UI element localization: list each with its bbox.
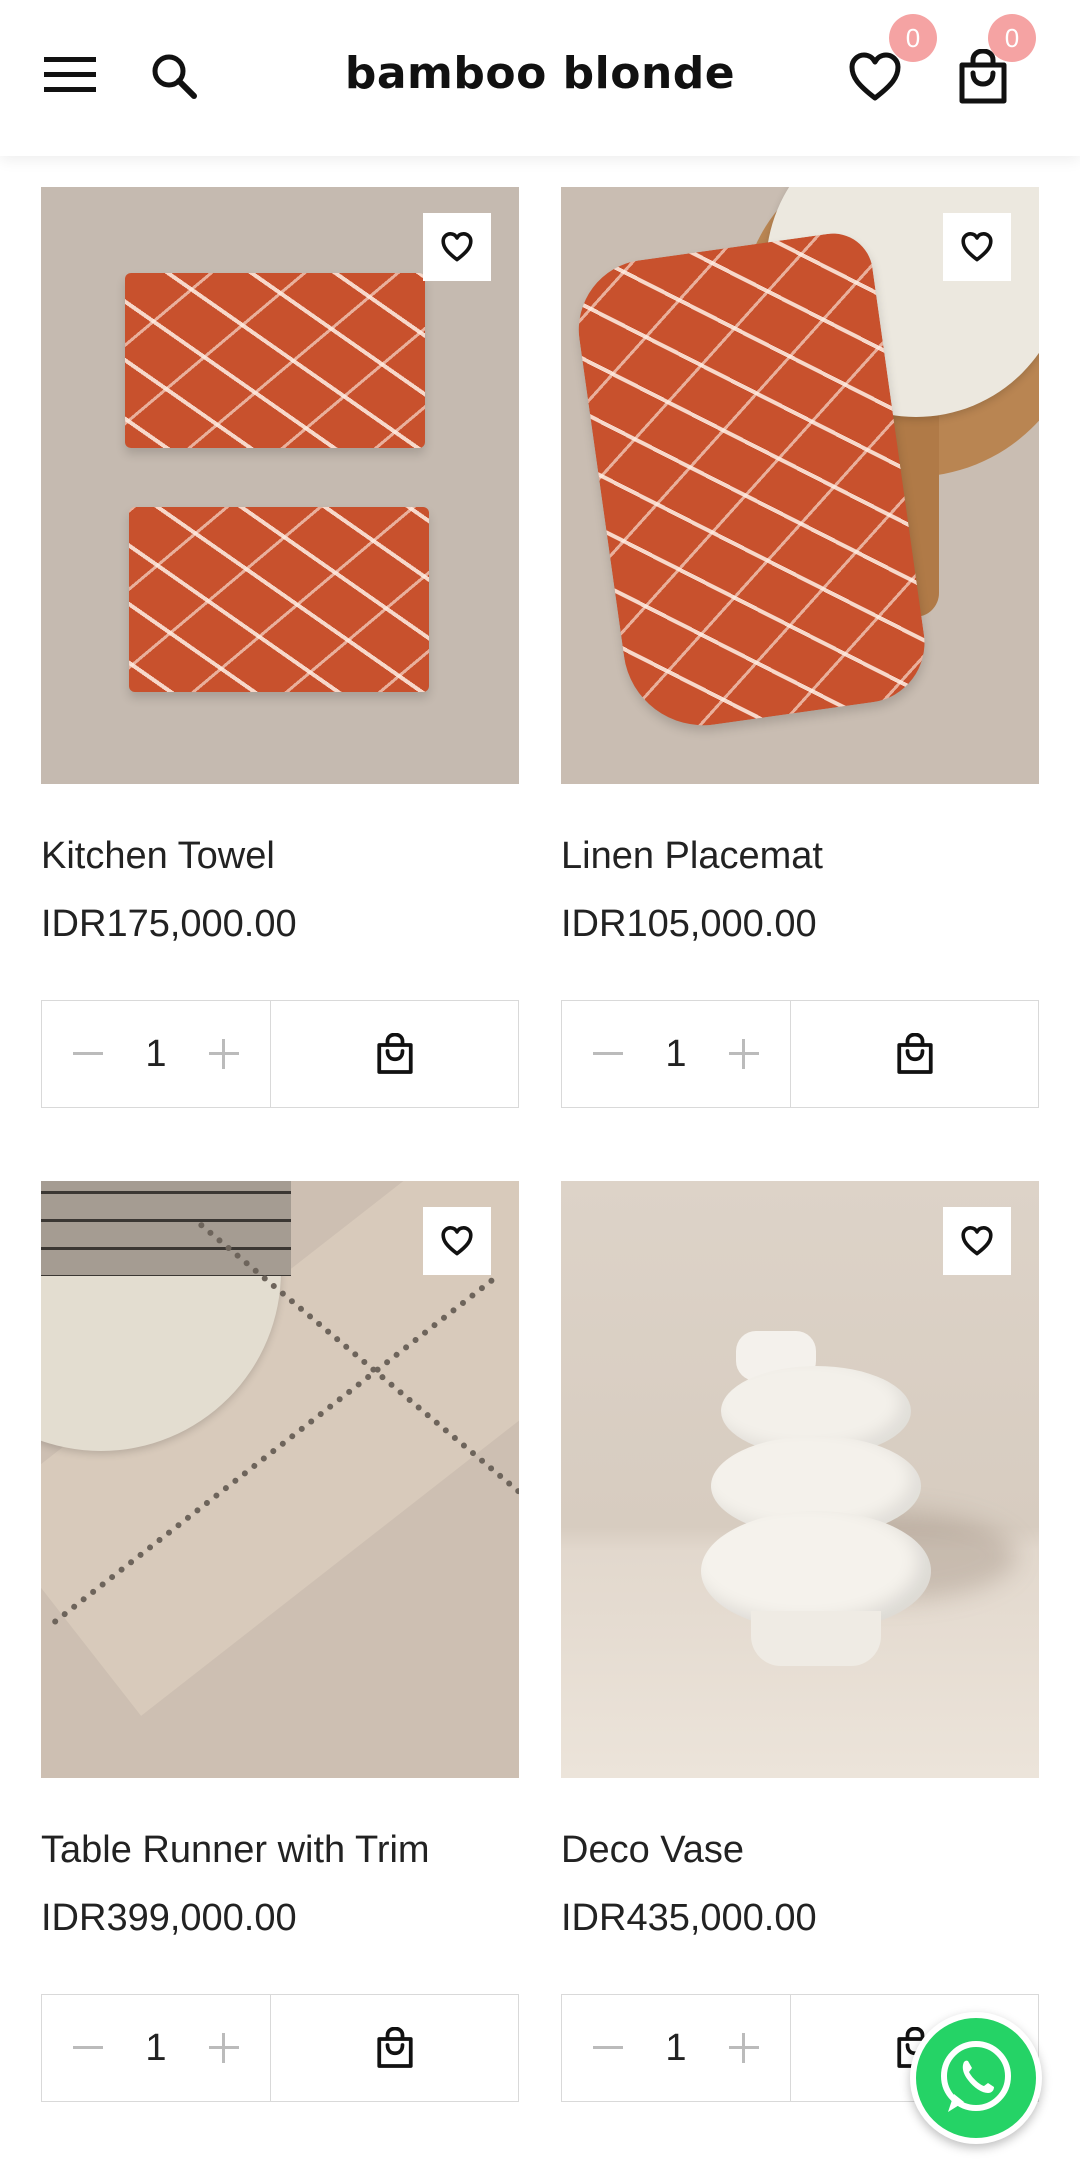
quantity-stepper: 1 [562, 1001, 791, 1107]
decrease-quantity-button[interactable] [588, 1034, 628, 1074]
product-image-table-runner-with-trim[interactable] [41, 1181, 519, 1778]
quantity-stepper: 1 [562, 1995, 791, 2101]
add-to-cart-button[interactable] [271, 1995, 518, 2101]
add-to-wishlist-button[interactable] [423, 1207, 491, 1275]
decrease-quantity-button[interactable] [68, 1034, 108, 1074]
quantity-stepper: 1 [42, 1995, 271, 2101]
quantity-value[interactable]: 1 [646, 1033, 706, 1076]
increase-quantity-button[interactable] [724, 1034, 764, 1074]
add-to-cart-button[interactable] [791, 1001, 1038, 1107]
purchase-controls: 1 [561, 1000, 1039, 1108]
quantity-stepper: 1 [42, 1001, 271, 1107]
product-image-kitchen-towel[interactable] [41, 187, 519, 784]
quantity-value[interactable]: 1 [126, 1033, 186, 1076]
add-to-cart-button[interactable] [271, 1001, 518, 1107]
product-card: Kitchen Towel IDR175,000.00 1 [41, 187, 519, 1108]
decrease-quantity-button[interactable] [588, 2028, 628, 2068]
product-image-deco-vase[interactable] [561, 1181, 1039, 1778]
purchase-controls: 1 [41, 1994, 519, 2102]
increase-quantity-button[interactable] [204, 2028, 244, 2068]
product-name[interactable]: Linen Placemat [561, 834, 1039, 878]
increase-quantity-button[interactable] [204, 1034, 244, 1074]
whatsapp-chat-button[interactable] [910, 2012, 1042, 2144]
product-price: IDR105,000.00 [561, 903, 817, 945]
purchase-controls: 1 [41, 1000, 519, 1108]
product-price: IDR399,000.00 [41, 1897, 297, 1939]
quantity-value[interactable]: 1 [126, 2027, 186, 2070]
wishlist-count-badge: 0 [889, 14, 937, 62]
increase-quantity-button[interactable] [724, 2028, 764, 2068]
product-price: IDR175,000.00 [41, 903, 297, 945]
decrease-quantity-button[interactable] [68, 2028, 108, 2068]
quantity-value[interactable]: 1 [646, 2027, 706, 2070]
cart-count-badge: 0 [988, 14, 1036, 62]
add-to-wishlist-button[interactable] [423, 213, 491, 281]
product-name[interactable]: Table Runner with Trim [41, 1828, 519, 1872]
add-to-wishlist-button[interactable] [943, 213, 1011, 281]
whatsapp-icon [941, 2041, 1011, 2112]
product-name[interactable]: Kitchen Towel [41, 834, 519, 878]
product-card: Deco Vase IDR435,000.00 1 [561, 1181, 1039, 2102]
product-price: IDR435,000.00 [561, 1897, 817, 1939]
product-name[interactable]: Deco Vase [561, 1828, 1039, 1872]
add-to-wishlist-button[interactable] [943, 1207, 1011, 1275]
top-header: bamboo blonde 0 0 [0, 0, 1080, 156]
product-image-linen-placemat[interactable] [561, 187, 1039, 784]
product-card: Table Runner with Trim IDR399,000.00 1 [41, 1181, 519, 2102]
product-card: Linen Placemat IDR105,000.00 1 [561, 187, 1039, 1108]
